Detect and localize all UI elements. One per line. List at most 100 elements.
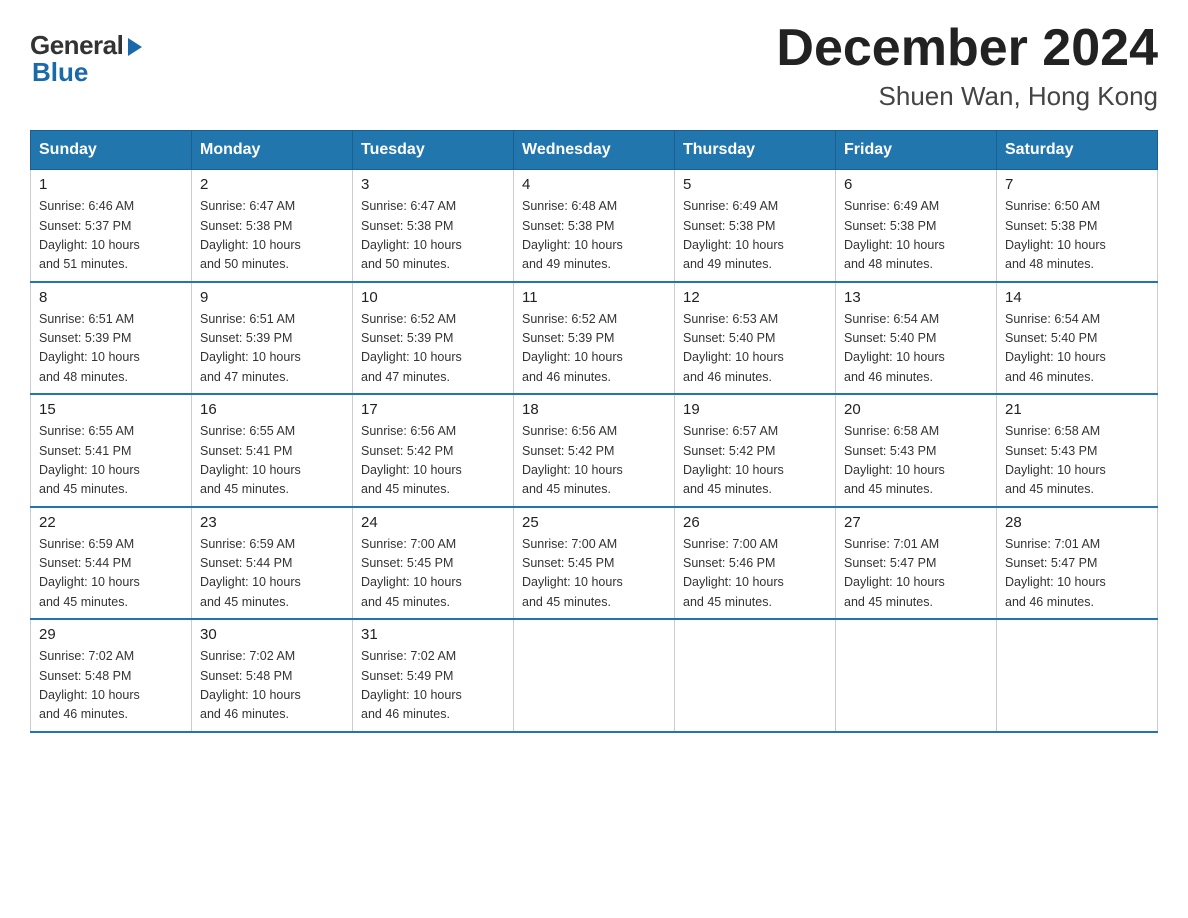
calendar-cell: 20 Sunrise: 6:58 AM Sunset: 5:43 PM Dayli… (836, 394, 997, 507)
calendar-cell: 29 Sunrise: 7:02 AM Sunset: 5:48 PM Dayli… (31, 619, 192, 732)
day-number: 3 (361, 176, 505, 193)
day-number: 12 (683, 289, 827, 306)
day-number: 15 (39, 401, 183, 418)
day-info: Sunrise: 6:58 AM Sunset: 5:43 PM Dayligh… (1005, 422, 1149, 500)
day-info: Sunrise: 6:58 AM Sunset: 5:43 PM Dayligh… (844, 422, 988, 500)
header-tuesday: Tuesday (353, 131, 514, 170)
calendar-week-row: 8 Sunrise: 6:51 AM Sunset: 5:39 PM Daylig… (31, 282, 1158, 395)
day-number: 5 (683, 176, 827, 193)
header-saturday: Saturday (997, 131, 1158, 170)
calendar-cell: 19 Sunrise: 6:57 AM Sunset: 5:42 PM Dayli… (675, 394, 836, 507)
header-monday: Monday (192, 131, 353, 170)
calendar-cell: 17 Sunrise: 6:56 AM Sunset: 5:42 PM Dayli… (353, 394, 514, 507)
calendar-cell: 3 Sunrise: 6:47 AM Sunset: 5:38 PM Daylig… (353, 170, 514, 282)
calendar-cell: 31Sunrise: 7:02 AM Sunset: 5:49 PM Dayli… (353, 619, 514, 732)
day-info: Sunrise: 6:55 AM Sunset: 5:41 PM Dayligh… (39, 422, 183, 500)
calendar-cell: 27 Sunrise: 7:01 AM Sunset: 5:47 PM Dayli… (836, 507, 997, 620)
calendar-week-row: 1 Sunrise: 6:46 AM Sunset: 5:37 PM Daylig… (31, 170, 1158, 282)
day-number: 25 (522, 514, 666, 531)
day-number: 10 (361, 289, 505, 306)
calendar-cell (836, 619, 997, 732)
calendar-cell: 15 Sunrise: 6:55 AM Sunset: 5:41 PM Dayli… (31, 394, 192, 507)
day-info: Sunrise: 7:00 AM Sunset: 5:45 PM Dayligh… (361, 535, 505, 613)
day-number: 19 (683, 401, 827, 418)
day-info: Sunrise: 7:01 AM Sunset: 5:47 PM Dayligh… (1005, 535, 1149, 613)
title-section: December 2024 Shuen Wan, Hong Kong (776, 20, 1158, 112)
day-info: Sunrise: 6:59 AM Sunset: 5:44 PM Dayligh… (200, 535, 344, 613)
day-info: Sunrise: 6:47 AM Sunset: 5:38 PM Dayligh… (200, 197, 344, 275)
day-info: Sunrise: 6:56 AM Sunset: 5:42 PM Dayligh… (361, 422, 505, 500)
calendar-cell: 24Sunrise: 7:00 AM Sunset: 5:45 PM Dayli… (353, 507, 514, 620)
day-info: Sunrise: 6:46 AM Sunset: 5:37 PM Dayligh… (39, 197, 183, 275)
calendar-cell (514, 619, 675, 732)
calendar-cell: 23 Sunrise: 6:59 AM Sunset: 5:44 PM Dayli… (192, 507, 353, 620)
day-number: 30 (200, 626, 344, 643)
day-info: Sunrise: 6:47 AM Sunset: 5:38 PM Dayligh… (361, 197, 505, 275)
location-subtitle: Shuen Wan, Hong Kong (776, 81, 1158, 112)
day-number: 26 (683, 514, 827, 531)
page-header: General Blue December 2024 Shuen Wan, Ho… (30, 20, 1158, 112)
day-number: 13 (844, 289, 988, 306)
day-number: 20 (844, 401, 988, 418)
day-number: 21 (1005, 401, 1149, 418)
day-info: Sunrise: 6:57 AM Sunset: 5:42 PM Dayligh… (683, 422, 827, 500)
logo-triangle-icon (128, 38, 142, 56)
day-number: 7 (1005, 176, 1149, 193)
calendar-cell: 8 Sunrise: 6:51 AM Sunset: 5:39 PM Daylig… (31, 282, 192, 395)
day-info: Sunrise: 7:00 AM Sunset: 5:46 PM Dayligh… (683, 535, 827, 613)
calendar-cell: 21 Sunrise: 6:58 AM Sunset: 5:43 PM Dayli… (997, 394, 1158, 507)
day-info: Sunrise: 6:59 AM Sunset: 5:44 PM Dayligh… (39, 535, 183, 613)
day-number: 14 (1005, 289, 1149, 306)
calendar-week-row: 22Sunrise: 6:59 AM Sunset: 5:44 PM Dayli… (31, 507, 1158, 620)
day-number: 28 (1005, 514, 1149, 531)
calendar-cell: 1 Sunrise: 6:46 AM Sunset: 5:37 PM Daylig… (31, 170, 192, 282)
logo-blue-text: Blue (30, 57, 88, 88)
calendar-cell: 2 Sunrise: 6:47 AM Sunset: 5:38 PM Daylig… (192, 170, 353, 282)
calendar-week-row: 15 Sunrise: 6:55 AM Sunset: 5:41 PM Dayli… (31, 394, 1158, 507)
day-info: Sunrise: 6:49 AM Sunset: 5:38 PM Dayligh… (683, 197, 827, 275)
calendar-week-row: 29 Sunrise: 7:02 AM Sunset: 5:48 PM Dayli… (31, 619, 1158, 732)
day-info: Sunrise: 6:51 AM Sunset: 5:39 PM Dayligh… (39, 310, 183, 388)
calendar-cell: 11 Sunrise: 6:52 AM Sunset: 5:39 PM Dayli… (514, 282, 675, 395)
day-number: 11 (522, 289, 666, 306)
day-info: Sunrise: 7:02 AM Sunset: 5:48 PM Dayligh… (39, 647, 183, 725)
day-info: Sunrise: 6:55 AM Sunset: 5:41 PM Dayligh… (200, 422, 344, 500)
calendar-cell: 16 Sunrise: 6:55 AM Sunset: 5:41 PM Dayli… (192, 394, 353, 507)
calendar-cell: 12Sunrise: 6:53 AM Sunset: 5:40 PM Dayli… (675, 282, 836, 395)
calendar-cell (997, 619, 1158, 732)
day-number: 17 (361, 401, 505, 418)
day-info: Sunrise: 7:00 AM Sunset: 5:45 PM Dayligh… (522, 535, 666, 613)
day-number: 27 (844, 514, 988, 531)
header-friday: Friday (836, 131, 997, 170)
calendar-cell: 4 Sunrise: 6:48 AM Sunset: 5:38 PM Daylig… (514, 170, 675, 282)
day-info: Sunrise: 6:48 AM Sunset: 5:38 PM Dayligh… (522, 197, 666, 275)
day-number: 23 (200, 514, 344, 531)
header-thursday: Thursday (675, 131, 836, 170)
day-number: 29 (39, 626, 183, 643)
calendar-cell: 30Sunrise: 7:02 AM Sunset: 5:48 PM Dayli… (192, 619, 353, 732)
day-info: Sunrise: 6:54 AM Sunset: 5:40 PM Dayligh… (844, 310, 988, 388)
calendar-cell: 9 Sunrise: 6:51 AM Sunset: 5:39 PM Daylig… (192, 282, 353, 395)
day-number: 18 (522, 401, 666, 418)
calendar-cell: 10Sunrise: 6:52 AM Sunset: 5:39 PM Dayli… (353, 282, 514, 395)
month-year-title: December 2024 (776, 20, 1158, 77)
day-info: Sunrise: 6:52 AM Sunset: 5:39 PM Dayligh… (522, 310, 666, 388)
day-number: 31 (361, 626, 505, 643)
day-info: Sunrise: 6:50 AM Sunset: 5:38 PM Dayligh… (1005, 197, 1149, 275)
day-number: 9 (200, 289, 344, 306)
day-number: 8 (39, 289, 183, 306)
calendar-cell: 7 Sunrise: 6:50 AM Sunset: 5:38 PM Daylig… (997, 170, 1158, 282)
day-number: 2 (200, 176, 344, 193)
calendar-cell (675, 619, 836, 732)
day-number: 4 (522, 176, 666, 193)
calendar-cell: 28 Sunrise: 7:01 AM Sunset: 5:47 PM Dayli… (997, 507, 1158, 620)
logo: General Blue (30, 20, 142, 88)
day-number: 1 (39, 176, 183, 193)
day-info: Sunrise: 7:01 AM Sunset: 5:47 PM Dayligh… (844, 535, 988, 613)
calendar-cell: 14 Sunrise: 6:54 AM Sunset: 5:40 PM Dayli… (997, 282, 1158, 395)
day-info: Sunrise: 6:56 AM Sunset: 5:42 PM Dayligh… (522, 422, 666, 500)
calendar-cell: 18 Sunrise: 6:56 AM Sunset: 5:42 PM Dayli… (514, 394, 675, 507)
day-info: Sunrise: 6:54 AM Sunset: 5:40 PM Dayligh… (1005, 310, 1149, 388)
day-info: Sunrise: 6:51 AM Sunset: 5:39 PM Dayligh… (200, 310, 344, 388)
day-number: 16 (200, 401, 344, 418)
